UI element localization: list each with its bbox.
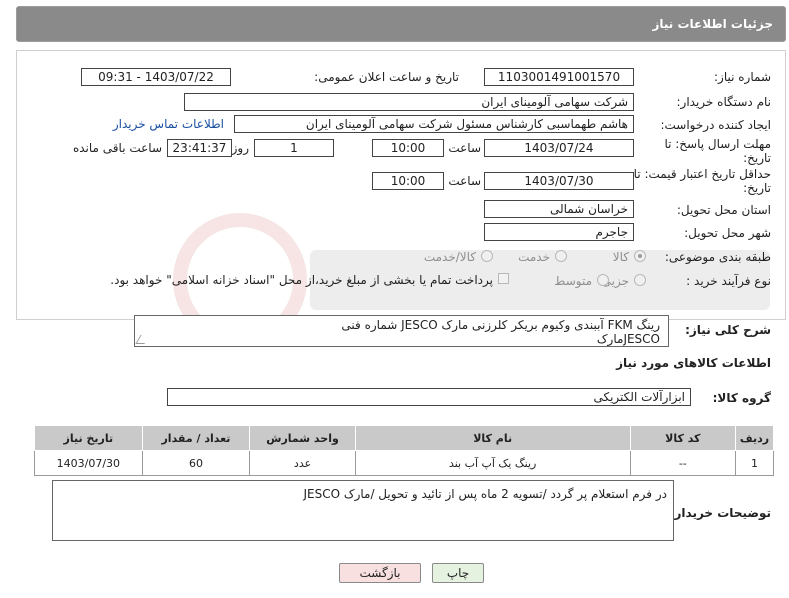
cell-need-date: 1403/07/30 (34, 450, 143, 476)
city-field: جاجرم (484, 223, 634, 241)
page-title: جزئیات اطلاعات نیاز (652, 17, 773, 31)
table-row: 1 -- رینگ یک آپ آب بند عدد 60 1403/07/30 (34, 450, 774, 476)
remaining-time-label: ساعت باقی مانده (72, 141, 162, 155)
category-goods-label: کالا (612, 250, 629, 264)
deadline-date-label: تاریخ: (743, 151, 771, 165)
col-header-row-num: ردیف (735, 425, 774, 451)
process-minor-radio[interactable] (634, 274, 646, 286)
announce-date-field: 1403/07/22 - 09:31 (81, 68, 231, 86)
price-validity-label: حداقل تاریخ اعتبار قیمت: تا (633, 167, 771, 181)
page-header: جزئیات اطلاعات نیاز (16, 6, 786, 42)
cell-quantity: 60 (141, 450, 251, 476)
goods-section-title: اطلاعات کالاهای مورد نیاز (616, 356, 771, 370)
category-goods-service-label: کالا/خدمت (423, 250, 476, 264)
buyer-org-field: شرکت سهامی آلومینای ایران (184, 93, 634, 111)
description-label: شرح کلی نیاز: (685, 323, 771, 337)
days-remaining-field: 1 (254, 139, 334, 157)
col-header-quantity: تعداد / مقدار (141, 425, 251, 451)
province-label: استان محل تحویل: (676, 203, 771, 217)
purchase-process-label: نوع فرآیند خرید : (686, 274, 771, 288)
category-service-radio[interactable] (555, 250, 567, 262)
creator-label: ایجاد کننده درخواست: (660, 118, 771, 132)
deadline-label: مهلت ارسال پاسخ: تا (664, 137, 771, 151)
process-medium-radio[interactable] (597, 274, 609, 286)
price-validity-time-field: 10:00 (372, 172, 444, 190)
resize-handle-icon[interactable] (135, 335, 150, 344)
category-service-label: خدمت (518, 250, 550, 264)
description-line-2: JESCOمارک (596, 332, 660, 346)
announce-date-label: تاریخ و ساعت اعلان عمومی: (314, 70, 459, 84)
description-line-1: رینگ FKM آببندی وکیوم بریکر کلرزنی مارک … (341, 318, 660, 332)
col-header-code: کد کالا (629, 425, 737, 451)
col-header-need-date: تاریخ نیاز (34, 425, 143, 451)
description-textarea[interactable]: رینگ FKM آببندی وکیوم بریکر کلرزنی مارک … (134, 315, 669, 347)
deadline-time-field: 10:00 (372, 139, 444, 157)
deadline-date-field: 1403/07/24 (484, 139, 634, 157)
goods-group-field: ابزارآلات الکتریکی (167, 388, 691, 406)
buyer-notes-textarea[interactable]: در فرم استعلام پر گردد /تسویه 2 ماه پس ا… (52, 480, 674, 541)
cell-code: -- (629, 450, 737, 476)
back-button[interactable]: بازگشت (339, 563, 421, 583)
city-label: شهر محل تحویل: (684, 226, 771, 240)
price-validity-date-field: 1403/07/30 (484, 172, 634, 190)
buyer-notes-text: در فرم استعلام پر گردد /تسویه 2 ماه پس ا… (303, 487, 667, 501)
print-button[interactable]: چاپ (432, 563, 484, 583)
treasury-note: پرداخت تمام یا بخشی از مبلغ خرید،از محل … (110, 273, 493, 287)
cell-row-num: 1 (735, 450, 774, 476)
creator-field: هاشم طهماسبی کارشناس مسئول شرکت سهامی آل… (234, 115, 634, 133)
cell-unit: عدد (249, 450, 356, 476)
need-number-field: 1103001491001570 (484, 68, 634, 86)
goods-group-label: گروه کالا: (712, 391, 771, 405)
process-medium-label: متوسط (554, 274, 592, 288)
buyer-org-label: نام دستگاه خریدار: (676, 95, 772, 109)
category-goods-service-radio[interactable] (481, 250, 493, 262)
category-goods-radio[interactable] (634, 250, 646, 262)
col-header-unit: واحد شمارش (249, 425, 356, 451)
price-validity-time-label: ساعت (448, 174, 481, 188)
category-label: طبقه بندی موضوعی: (664, 250, 771, 264)
price-validity-date-label: تاریخ: (743, 181, 771, 195)
col-header-name: نام کالا (354, 425, 631, 451)
buyer-contact-link[interactable]: اطلاعات تماس خریدار (113, 117, 224, 131)
remaining-time-field: 23:41:37 (167, 139, 232, 157)
cell-name: رینگ یک آپ آب بند (354, 450, 631, 476)
deadline-time-label: ساعت (448, 141, 481, 155)
table-header-row: ردیف کد کالا نام کالا واحد شمارش تعداد /… (34, 425, 774, 451)
need-number-label: شماره نیاز: (714, 70, 771, 84)
treasury-checkbox[interactable] (498, 273, 509, 284)
goods-table: ردیف کد کالا نام کالا واحد شمارش تعداد /… (34, 425, 774, 476)
buyer-notes-label: توضیحات خریدار: (669, 506, 771, 520)
province-field: خراسان شمالی (484, 200, 634, 218)
